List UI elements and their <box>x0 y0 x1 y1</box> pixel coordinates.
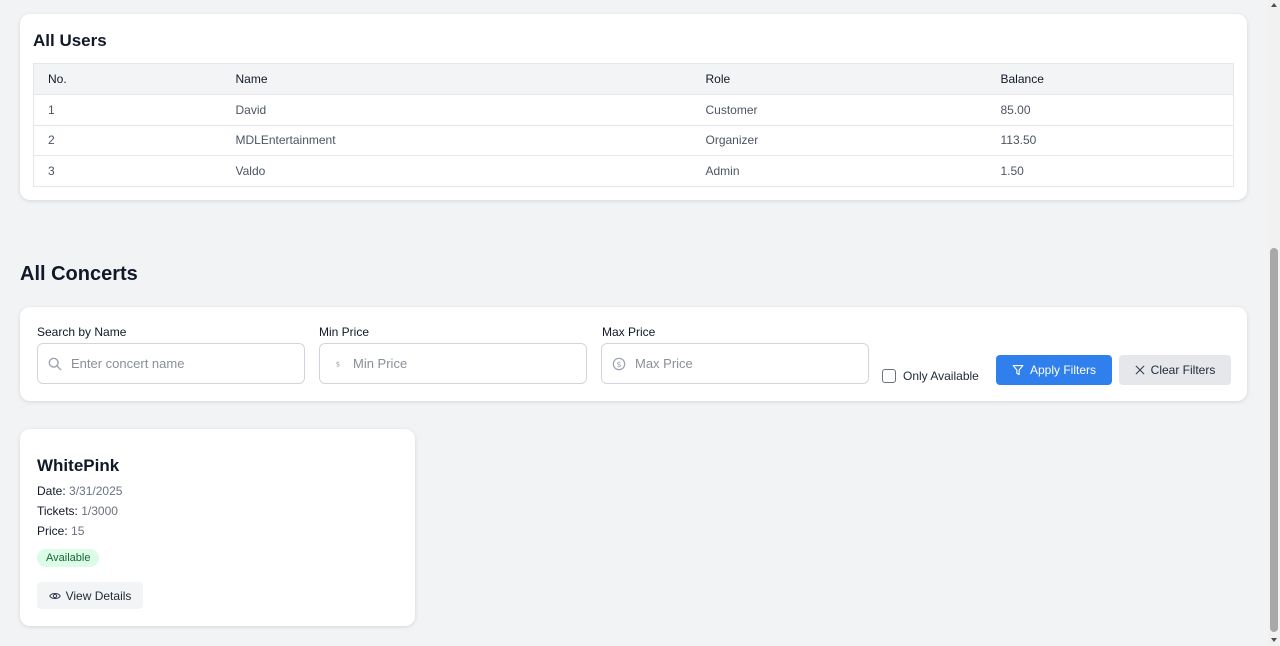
cell-name: MDLEntertainment <box>221 125 692 156</box>
max-price-label: Max Price <box>602 325 656 339</box>
table-row: 2 MDLEntertainment Organizer 113.50 <box>33 125 1234 156</box>
users-title: All Users <box>33 31 107 50</box>
concert-tickets: Tickets: 1/3000 <box>37 504 118 518</box>
clear-filters-button[interactable]: Clear Filters <box>1119 355 1231 385</box>
concert-name: WhitePink <box>37 456 120 475</box>
cell-role: Admin <box>705 163 740 178</box>
concert-price: Price: 15 <box>37 524 84 538</box>
table-header-row: No. Name Role Balance <box>33 63 1234 95</box>
concerts-title: All Concerts <box>20 263 138 285</box>
table-row: 3 Valdo Admin 1.50 <box>34 156 1234 187</box>
cell-balance: 1.50 <box>1000 163 1024 178</box>
users-card: All Users No. Name Role Balance 1 David … <box>20 14 1247 200</box>
col-header-role: Role <box>691 63 987 95</box>
search-icon <box>48 357 62 371</box>
scroll-thumb[interactable] <box>1270 248 1278 632</box>
cell-no: 2 <box>33 125 222 156</box>
users-table: No. Name Role Balance 1 David Customer 8… <box>33 63 1234 187</box>
concert-card: WhitePink Date: 3/31/2025 Tickets: 1/300… <box>20 429 415 626</box>
cell-no: 3 <box>48 163 55 178</box>
cell-role: Organizer <box>691 125 987 156</box>
max-price-input[interactable] <box>601 343 869 384</box>
eye-icon <box>48 592 61 599</box>
dollar-icon: $ <box>336 361 340 369</box>
svg-text:$: $ <box>336 361 340 369</box>
concert-price-value: 15 <box>71 524 85 538</box>
search-input[interactable] <box>37 343 305 384</box>
concert-tickets-value: 1/3000 <box>81 504 118 518</box>
scroll-up-arrow-icon[interactable] <box>1271 3 1277 7</box>
close-icon <box>1135 365 1144 375</box>
min-price-label: Min Price <box>319 325 370 339</box>
col-header-name: Name <box>221 63 692 95</box>
dollar-circle-icon: $ <box>612 357 626 371</box>
filter-card: Search by Name Min Price $ Max Price $ O… <box>20 307 1247 401</box>
apply-filters-label: Apply Filters <box>1029 363 1097 377</box>
cell-name: Valdo <box>235 163 266 178</box>
cell-balance: 85.00 <box>986 94 1234 126</box>
page-scrollbar[interactable] <box>1268 0 1280 646</box>
only-available-label: Only Available <box>903 369 979 383</box>
page: All Users No. Name Role Balance 1 David … <box>0 0 1268 646</box>
concert-date: Date: 3/31/2025 <box>37 484 122 498</box>
cell-no: 1 <box>33 94 222 126</box>
only-available-toggle[interactable]: Only Available <box>882 369 979 383</box>
min-price-input[interactable] <box>319 343 587 384</box>
svg-text:$: $ <box>616 360 621 369</box>
concert-date-label: Date: <box>37 484 66 498</box>
filter-icon <box>1012 364 1024 376</box>
table-row: 1 David Customer 85.00 <box>33 94 1234 126</box>
col-header-no: No. <box>33 63 222 95</box>
cell-name: David <box>221 94 692 126</box>
concert-date-value: 3/31/2025 <box>69 484 123 498</box>
search-label: Search by Name <box>37 325 127 339</box>
clear-filters-label: Clear Filters <box>1150 363 1216 377</box>
apply-filters-button[interactable]: Apply Filters <box>996 355 1112 385</box>
concert-tickets-label: Tickets: <box>37 504 78 518</box>
status-badge: Available <box>37 549 100 567</box>
concert-price-label: Price: <box>37 524 68 538</box>
view-details-button[interactable]: View Details <box>37 582 143 609</box>
col-header-balance: Balance <box>986 63 1234 95</box>
cell-balance: 113.50 <box>986 125 1234 156</box>
only-available-checkbox[interactable] <box>882 369 896 383</box>
cell-role: Customer <box>691 94 987 126</box>
scroll-down-arrow-icon[interactable] <box>1271 638 1277 642</box>
view-details-label: View Details <box>65 588 132 603</box>
